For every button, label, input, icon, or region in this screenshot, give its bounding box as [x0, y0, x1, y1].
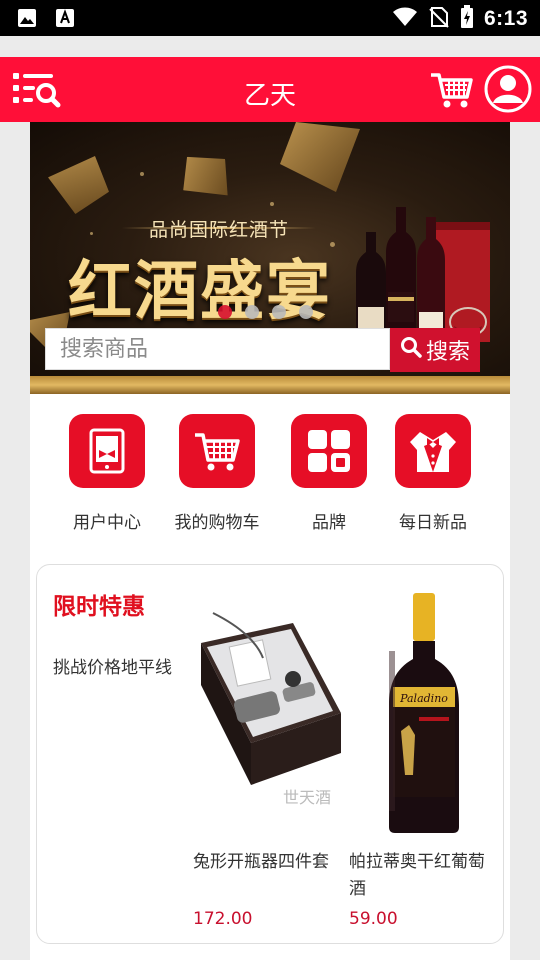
main-content: 品尚国际红酒节 红酒盛宴 搜索商品 搜索 用户中心 我的购物车 品牌 每日新品 …	[30, 122, 510, 960]
promo-banner[interactable]: 品尚国际红酒节 红酒盛宴 搜索	[30, 122, 510, 394]
app-bar: 乙天	[0, 57, 540, 122]
nav-my-cart[interactable]: 我的购物车	[162, 414, 272, 533]
search-box	[45, 328, 390, 370]
battery-charging-icon	[460, 5, 474, 33]
product-card[interactable]: Paladino 帕拉蒂奥干红葡萄酒 59.00	[349, 591, 499, 929]
status-bar: 6:13	[0, 0, 540, 36]
nav-label: 我的购物车	[174, 513, 260, 533]
carousel-dot[interactable]	[299, 305, 313, 319]
search-button[interactable]: 搜索	[390, 328, 480, 372]
product-price: 172.00	[193, 909, 253, 929]
font-icon	[54, 7, 76, 29]
carousel-dot[interactable]	[218, 305, 232, 319]
search-icon	[400, 336, 422, 364]
banner-subtitle: 品尚国际红酒节	[148, 219, 289, 241]
status-time: 6:13	[483, 7, 528, 30]
nav-label: 品牌	[312, 513, 346, 533]
product-card[interactable]: 世天酒 兔形开瓶器四件套 172.00	[193, 591, 343, 929]
carousel-dot[interactable]	[245, 305, 259, 319]
carousel-dots	[218, 305, 313, 319]
user-avatar-icon[interactable]	[484, 65, 532, 113]
no-sim-icon	[428, 6, 450, 32]
product-price: 59.00	[349, 909, 398, 929]
tuxedo-icon	[395, 414, 471, 488]
shopping-cart-icon[interactable]	[428, 67, 474, 111]
search-button-label: 搜索	[425, 340, 470, 365]
search-input[interactable]	[60, 336, 389, 362]
corkscrew-set-image: 世天酒	[193, 591, 343, 835]
nav-daily-new[interactable]: 每日新品	[378, 414, 488, 533]
flash-sale-card: 限时特惠 挑战价格地平线 世天酒 兔形开瓶器四件套 172.00 Paladin…	[36, 564, 504, 944]
wine-bottle-image: Paladino	[349, 591, 499, 835]
nav-label: 用户中心	[73, 513, 141, 533]
quick-nav: 用户中心 我的购物车 品牌 每日新品	[30, 414, 510, 534]
carousel-dot[interactable]	[272, 305, 286, 319]
product-name: 帕拉蒂奥干红葡萄酒	[349, 852, 485, 899]
user-center-icon	[69, 414, 145, 488]
nav-user-center[interactable]: 用户中心	[52, 414, 162, 533]
wifi-icon	[392, 6, 418, 32]
image-icon	[16, 7, 38, 29]
flash-sale-title: 限时特惠	[53, 594, 145, 620]
product-name: 兔形开瓶器四件套	[193, 852, 329, 872]
shopping-cart-icon	[179, 414, 255, 488]
brand-grid-icon	[291, 414, 367, 488]
svg-text:世天酒: 世天酒	[283, 788, 331, 807]
nav-label: 每日新品	[399, 513, 467, 533]
flash-sale-slogan: 挑战价格地平线	[53, 658, 172, 678]
banner-gold-band	[30, 376, 510, 394]
svg-text:Paladino: Paladino	[399, 692, 448, 705]
nav-brand[interactable]: 品牌	[274, 414, 384, 533]
